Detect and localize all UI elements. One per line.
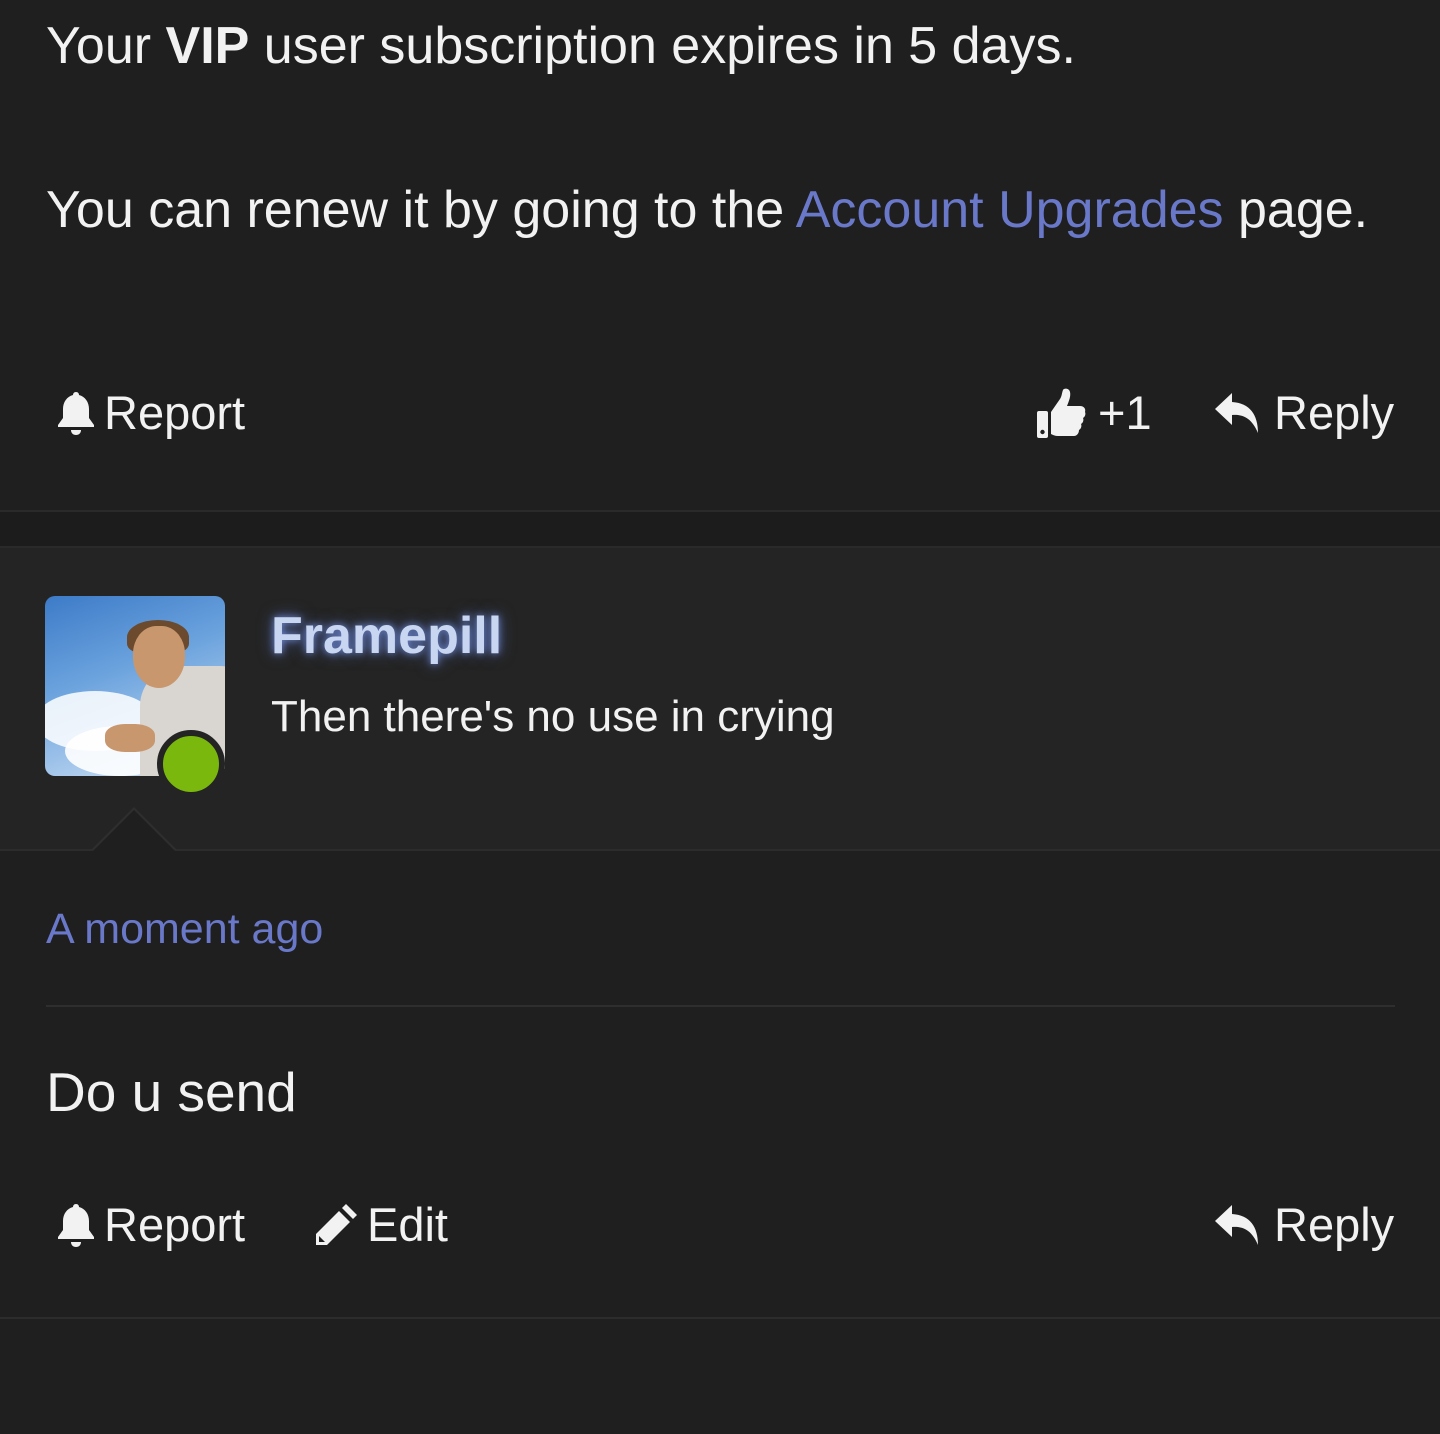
system-message-post: Your VIP user subscription expires in 5 … [0,0,1440,510]
edit-button[interactable]: Edit [313,1195,448,1255]
bell-icon [56,390,96,436]
post-separator [0,510,1440,548]
post-timestamp-link[interactable]: A moment ago [46,901,323,957]
renew-text-suffix: page. [1223,181,1369,239]
subscription-expiry-text: Your VIP user subscription expires in 5 … [46,14,1076,78]
report-button[interactable]: Report [56,383,245,443]
expiry-text-prefix: Your [46,17,166,75]
renew-text-prefix: You can renew it by going to the [46,181,796,239]
vip-label: VIP [165,17,250,75]
reply-label: Reply [1274,1198,1395,1251]
pencil-icon [313,1202,359,1248]
post-divider [46,1005,1395,1007]
page-bottom [0,1319,1440,1434]
renew-instructions-text: You can renew it by going to the Account… [46,170,1376,250]
report-label: Report [104,1198,246,1251]
reply-arrow-icon [1214,1203,1260,1247]
report-button[interactable]: Report [56,1195,245,1255]
post-author-header: Framepill Then there's no use in crying [0,548,1440,851]
like-button[interactable]: +1 [1036,383,1152,443]
reply-label: Reply [1274,386,1395,439]
reply-arrow-icon [1214,391,1260,435]
username-link[interactable]: Framepill [271,606,502,666]
thumbs-up-icon [1036,387,1086,439]
online-status-indicator [157,730,225,798]
report-label: Report [104,386,246,439]
reply-button[interactable]: Reply [1214,383,1394,443]
reply-button[interactable]: Reply [1214,1195,1394,1255]
bell-icon [56,1202,96,1248]
account-upgrades-link[interactable]: Account Upgrades [796,181,1224,239]
post-message: Do u send [46,1061,297,1123]
like-count: +1 [1098,386,1152,439]
user-title: Then there's no use in crying [271,692,835,741]
post-pointer [93,810,175,851]
expiry-text-suffix: user subscription expires in 5 days. [249,17,1076,75]
user-post: A moment ago Do u send Report Edit Reply [0,851,1440,1319]
edit-label: Edit [367,1198,448,1251]
